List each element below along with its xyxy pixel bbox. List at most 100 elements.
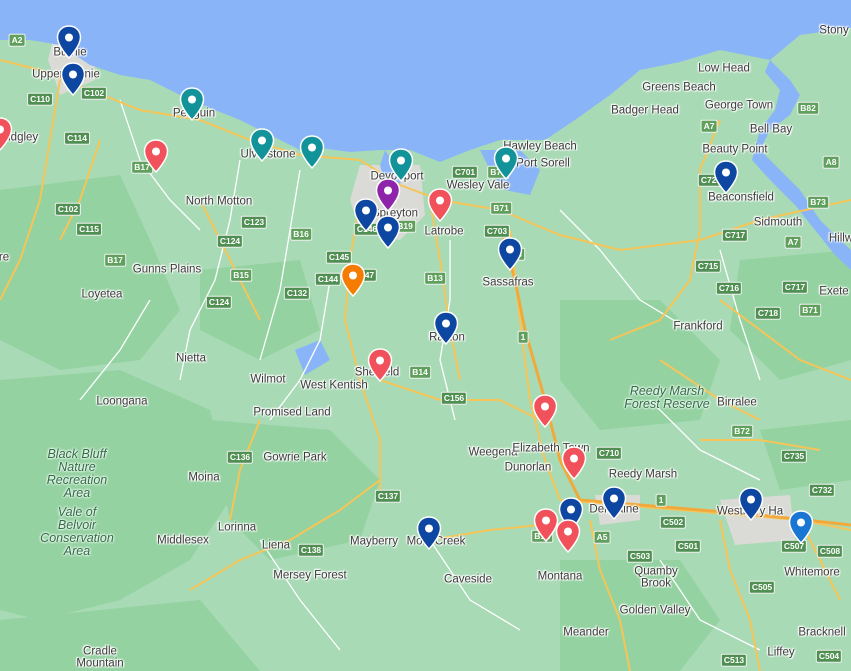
place-label-mayberry[interactable]: Mayberry: [350, 536, 398, 548]
map-pin-icon[interactable]: [561, 446, 587, 480]
place-label-moina[interactable]: Moina: [188, 472, 219, 484]
place-label-wilmot[interactable]: Wilmot: [250, 374, 285, 386]
road-shield-a5: A5: [593, 530, 611, 544]
reserve-label-black-bluff[interactable]: Black Bluff Nature Recreation Area: [47, 447, 107, 501]
place-label-west-kentish[interactable]: West Kentish: [300, 380, 368, 392]
place-label-stony[interactable]: Stony: [819, 25, 848, 37]
road-shield-b17: B17: [104, 253, 126, 267]
pin-center-dot: [384, 223, 392, 232]
road-shield-c504: C504: [815, 649, 843, 663]
road-shield-c502: C502: [659, 515, 687, 529]
map-pin-icon[interactable]: [493, 146, 519, 180]
road-shield-a2: A2: [8, 33, 26, 47]
map-pin-icon[interactable]: [738, 487, 764, 521]
road-shield-c124: C124: [216, 234, 244, 248]
reserve-label-reedy-marsh-fr[interactable]: Reedy Marsh Forest Reserve: [624, 384, 709, 411]
map-pin-icon[interactable]: [60, 62, 86, 96]
map-pin-icon[interactable]: [249, 128, 275, 162]
map-pin-icon[interactable]: [375, 215, 401, 249]
place-label-liena[interactable]: Liena: [262, 540, 290, 552]
road-shield-1: 1: [517, 330, 529, 344]
place-label-birralee[interactable]: Birralee: [717, 397, 757, 409]
place-label-sassafras[interactable]: Sassafras: [482, 277, 533, 289]
map-pin-icon[interactable]: [433, 311, 459, 345]
map-pin-icon[interactable]: [416, 516, 442, 550]
map-pin-icon[interactable]: [427, 188, 453, 222]
place-label-reedy-marsh[interactable]: Reedy Marsh: [609, 469, 677, 481]
pin-center-dot: [152, 147, 160, 156]
place-label-promised-land[interactable]: Promised Land: [253, 407, 330, 419]
road-shield-c513: C513: [720, 653, 748, 667]
map-pin-icon[interactable]: [601, 486, 627, 520]
map-pin-icon[interactable]: [0, 117, 13, 151]
map-pin-icon[interactable]: [532, 394, 558, 428]
place-label-nietta[interactable]: Nietta: [176, 353, 206, 365]
pin-center-dot: [564, 527, 572, 536]
place-label-hillwood[interactable]: Hillw: [829, 233, 851, 245]
pin-center-dot: [65, 33, 73, 42]
place-label-loongana[interactable]: Loongana: [96, 396, 147, 408]
place-label-frankford[interactable]: Frankford: [673, 321, 722, 333]
place-label-low-head[interactable]: Low Head: [698, 63, 750, 75]
map-canvas[interactable]: StonyBurnieUpper BurnieLow HeadGreens Be…: [0, 0, 851, 671]
place-label-mersey-forest[interactable]: Mersey Forest: [273, 570, 347, 582]
place-label-quamby-brook[interactable]: Quamby Brook: [634, 566, 677, 590]
road-shield-c717: C717: [781, 280, 809, 294]
place-label-gowrie-park[interactable]: Gowrie Park: [263, 452, 326, 464]
place-label-bell-bay[interactable]: Bell Bay: [750, 124, 792, 136]
place-label-golden-valley[interactable]: Golden Valley: [620, 605, 691, 617]
pin-body-teal: [388, 148, 414, 182]
place-label-meander[interactable]: Meander: [563, 627, 608, 639]
road-shield-b14: B14: [409, 365, 431, 379]
place-label-latrobe[interactable]: Latrobe: [424, 226, 463, 238]
pin-center-dot: [425, 524, 433, 533]
map-pin-icon[interactable]: [56, 25, 82, 59]
pin-body-navy: [433, 311, 459, 345]
place-label-dunorlan[interactable]: Dunorlan: [505, 462, 552, 474]
place-label-gunns-plains[interactable]: Gunns Plains: [133, 264, 201, 276]
map-pin-icon[interactable]: [713, 160, 739, 194]
map-pin-icon[interactable]: [340, 263, 366, 297]
place-label-weegena[interactable]: Weegena: [468, 447, 517, 459]
place-label-port-sorell[interactable]: Port Sorell: [516, 158, 570, 170]
map-pin-icon[interactable]: [179, 87, 205, 121]
place-label-sidmouth[interactable]: Sidmouth: [754, 217, 803, 229]
place-label-montana[interactable]: Montana: [538, 571, 583, 583]
place-label-bracknell[interactable]: Bracknell: [798, 627, 845, 639]
place-label-caveside[interactable]: Caveside: [444, 574, 492, 586]
place-label-loyetea[interactable]: Loyetea: [82, 289, 123, 301]
map-pin-icon[interactable]: [299, 135, 325, 169]
road-shield-c123: C123: [240, 215, 268, 229]
road-shield-b71: B71: [799, 303, 821, 317]
place-label-exeter[interactable]: Exete: [819, 286, 848, 298]
pin-body-navy: [375, 215, 401, 249]
place-label-george-town[interactable]: George Town: [705, 100, 773, 112]
map-pin-icon[interactable]: [497, 237, 523, 271]
pin-center-dot: [542, 516, 550, 525]
place-label-liffey[interactable]: Liffey: [767, 647, 794, 659]
place-label-badger-head[interactable]: Badger Head: [611, 105, 679, 117]
road-shield-c503: C503: [626, 549, 654, 563]
map-pin-icon[interactable]: [555, 519, 581, 553]
place-label-wesley-vale[interactable]: Wesley Vale: [447, 180, 510, 192]
place-label-beauty-point[interactable]: Beauty Point: [702, 144, 767, 156]
map-pin-icon[interactable]: [388, 148, 414, 182]
pin-body-teal: [179, 87, 205, 121]
road-shield-b71: B71: [490, 201, 512, 215]
pin-center-dot: [722, 168, 730, 177]
map-pin-icon[interactable]: [143, 139, 169, 173]
place-label-lorinna[interactable]: Lorinna: [218, 522, 256, 534]
road-shield-c701: C701: [451, 165, 479, 179]
place-label-greens-beach[interactable]: Greens Beach: [642, 82, 716, 94]
place-label-whitemore[interactable]: Whitemore: [784, 567, 840, 579]
place-label-cradle-mountain[interactable]: Cradle Mountain: [76, 646, 123, 670]
place-label-middlesex[interactable]: Middlesex: [157, 535, 209, 547]
place-label-north-motton[interactable]: North Motton: [186, 196, 252, 208]
map-pin-icon[interactable]: [788, 510, 814, 544]
reserve-label-vale-of-belvoir[interactable]: Vale of Belvoir Conservation Area: [40, 505, 114, 559]
place-label-ridgley-edge[interactable]: re: [0, 252, 9, 264]
map-pin-icon[interactable]: [367, 348, 393, 382]
pin-center-dot: [397, 156, 405, 165]
pin-center-dot: [506, 245, 514, 254]
pin-center-dot: [541, 402, 549, 411]
